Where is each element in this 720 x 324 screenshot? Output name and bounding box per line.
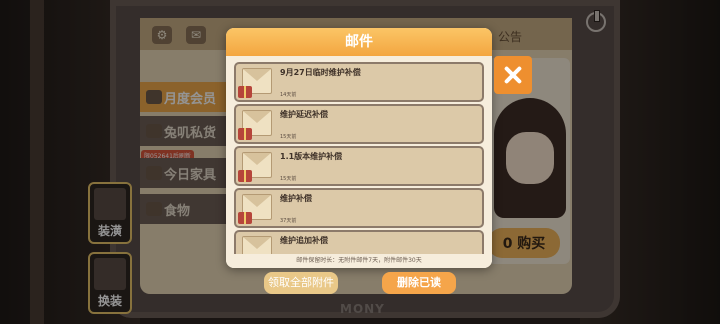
mail-dialog-title: 邮件 xyxy=(226,28,492,56)
mail-age: 14天前 xyxy=(280,92,297,98)
mail-retention-note: 邮件保留时长：无附件邮件7天，附件邮件30天 xyxy=(226,254,492,268)
close-icon[interactable] xyxy=(494,56,532,94)
mail-list-item[interactable]: 维护补偿 37天前 xyxy=(234,188,484,228)
mail-age: 37天前 xyxy=(280,218,297,224)
gift-icon xyxy=(238,212,252,224)
mail-title: 1.1版本维护补偿 xyxy=(280,152,343,161)
mail-age: 15天前 xyxy=(280,134,297,140)
mail-list-item[interactable]: 9月27日临时维护补偿 14天前 xyxy=(234,62,484,102)
mail-title: 维护补偿 xyxy=(280,194,312,203)
gift-icon xyxy=(238,170,252,182)
gift-icon xyxy=(238,128,252,140)
mail-list-item[interactable]: 1.1版本维护补偿 15天前 xyxy=(234,146,484,186)
gift-icon xyxy=(238,86,252,98)
mail-list-item[interactable]: 维护延迟补偿 15天前 xyxy=(234,104,484,144)
mail-age: 15天前 xyxy=(280,176,297,182)
mail-list[interactable]: 9月27日临时维护补偿 14天前 维护延迟补偿 15天前 1.1版本维护补偿 1… xyxy=(234,62,484,268)
mail-title: 维护延迟补偿 xyxy=(280,110,328,119)
delete-read-button[interactable]: 删除已读 xyxy=(382,272,456,294)
collect-all-attachments-button[interactable]: 领取全部附件 xyxy=(264,272,338,294)
mail-title: 维护追加补偿 xyxy=(280,236,328,245)
mail-title: 9月27日临时维护补偿 xyxy=(280,68,361,77)
mail-dialog: 邮件 9月27日临时维护补偿 14天前 维护延迟补偿 15天前 1.1版本维护补… xyxy=(226,28,492,268)
